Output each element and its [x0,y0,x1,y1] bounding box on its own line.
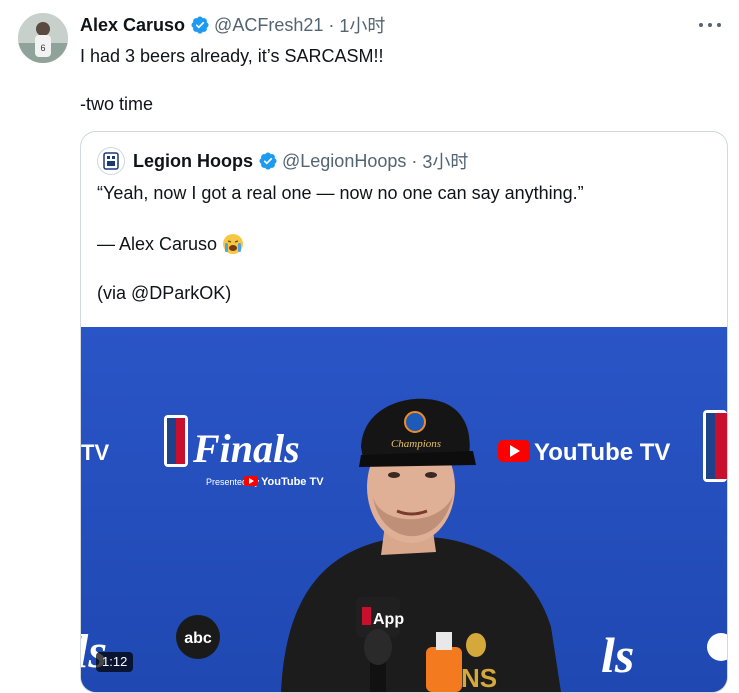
backdrop-abc-logo: abc [184,630,212,647]
legion-hoops-logo-icon [103,152,119,170]
svg-text:ls: ls [601,627,634,683]
quoted-tweet[interactable]: Legion Hoops @LegionHoops · 3小时 “Yeah, n… [80,131,728,693]
quoted-author-name[interactable]: Legion Hoops [133,151,253,172]
mic-flag-label: App [373,611,404,628]
more-dot [717,23,721,27]
separator-dot: · [328,14,335,35]
crying-face-emoji-icon [223,234,244,254]
video-duration-badge: 1:12 [96,652,134,672]
backdrop-youtubetv-small: YouTube TV [261,476,324,488]
author-avatar[interactable]: 6 [18,13,68,63]
quoted-attribution: — Alex Caruso [97,233,218,254]
video-player[interactable]: TV Finals Presented by YouTube TV YouTub… [81,327,727,692]
more-options-icon[interactable] [699,18,721,32]
quoted-author-handle[interactable]: @LegionHoops [282,151,406,172]
quoted-tweet-time[interactable]: 3小时 [422,148,468,174]
more-dot [708,23,712,27]
quoted-tweet-header: Legion Hoops @LegionHoops · 3小时 [97,147,468,175]
tweet-text-line2: -two time [80,94,154,114]
separator-dot: · [411,150,418,171]
svg-text:NS: NS [461,663,497,692]
quoted-text-line2: — Alex Caruso [97,233,244,255]
backdrop-tv-fragment: TV [81,440,109,465]
verified-badge-icon [259,152,277,170]
author-handle[interactable]: @ACFresh21 [214,15,323,36]
svg-text:6: 6 [40,43,45,53]
more-dot [699,23,703,27]
tweet-header: Alex Caruso @ACFresh21 · 1小时 [80,12,385,38]
tweet-text: I had 3 beers already, it’s SARCASM!! [80,46,384,66]
quoted-text-line3: (via @DParkOK) [97,283,232,303]
backdrop-youtubetv-large: YouTube TV [534,439,670,466]
video-frame-image: TV Finals Presented by YouTube TV YouTub… [81,327,727,692]
quoted-text-line1: “Yeah, now I got a real one — now no one… [97,183,584,203]
author-name[interactable]: Alex Caruso [80,15,185,36]
tweet-time[interactable]: 1小时 [339,12,385,38]
backdrop-finals-text: Finals [192,426,300,471]
quoted-author-avatar[interactable] [97,147,125,175]
verified-badge-icon [191,16,209,34]
avatar-image: 6 [18,13,68,63]
cap-champions-text: Champions [391,438,441,450]
